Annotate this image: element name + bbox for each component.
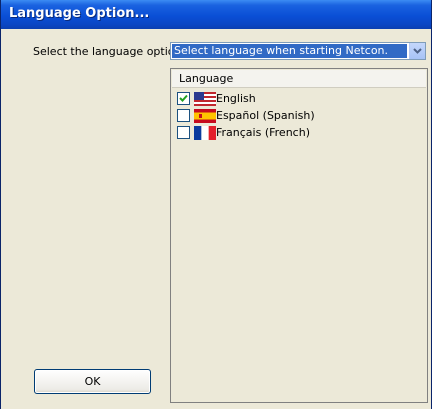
- column-header-label: Language: [179, 72, 234, 85]
- language-mode-dropdown[interactable]: Select language when starting Netcon.: [170, 42, 426, 60]
- title-bar[interactable]: Language Option...: [1, 0, 431, 29]
- language-option-window: Language Option... Select the language o…: [0, 0, 432, 409]
- list-item-label: Español (Spanish): [216, 109, 315, 122]
- language-list[interactable]: Language English Español (Spanish) Franç…: [170, 68, 428, 403]
- checkbox-french[interactable]: [177, 126, 190, 139]
- ok-button[interactable]: OK: [34, 369, 151, 394]
- list-item-label: English: [216, 92, 256, 105]
- window-title: Language Option...: [9, 6, 150, 21]
- chevron-down-icon: [413, 48, 422, 54]
- spain-flag-icon: [194, 109, 216, 123]
- checkbox-english[interactable]: [177, 92, 190, 105]
- us-flag-icon: [194, 92, 216, 106]
- dropdown-button[interactable]: [409, 43, 425, 59]
- checkmark-icon: [179, 94, 188, 102]
- dropdown-selected-value: Select language when starting Netcon.: [172, 44, 407, 58]
- checkbox-spanish[interactable]: [177, 109, 190, 122]
- list-item-label: Français (French): [216, 126, 310, 139]
- select-language-label: Select the language option: [33, 45, 182, 58]
- france-flag-icon: [194, 126, 216, 140]
- language-column-header[interactable]: Language: [172, 70, 426, 88]
